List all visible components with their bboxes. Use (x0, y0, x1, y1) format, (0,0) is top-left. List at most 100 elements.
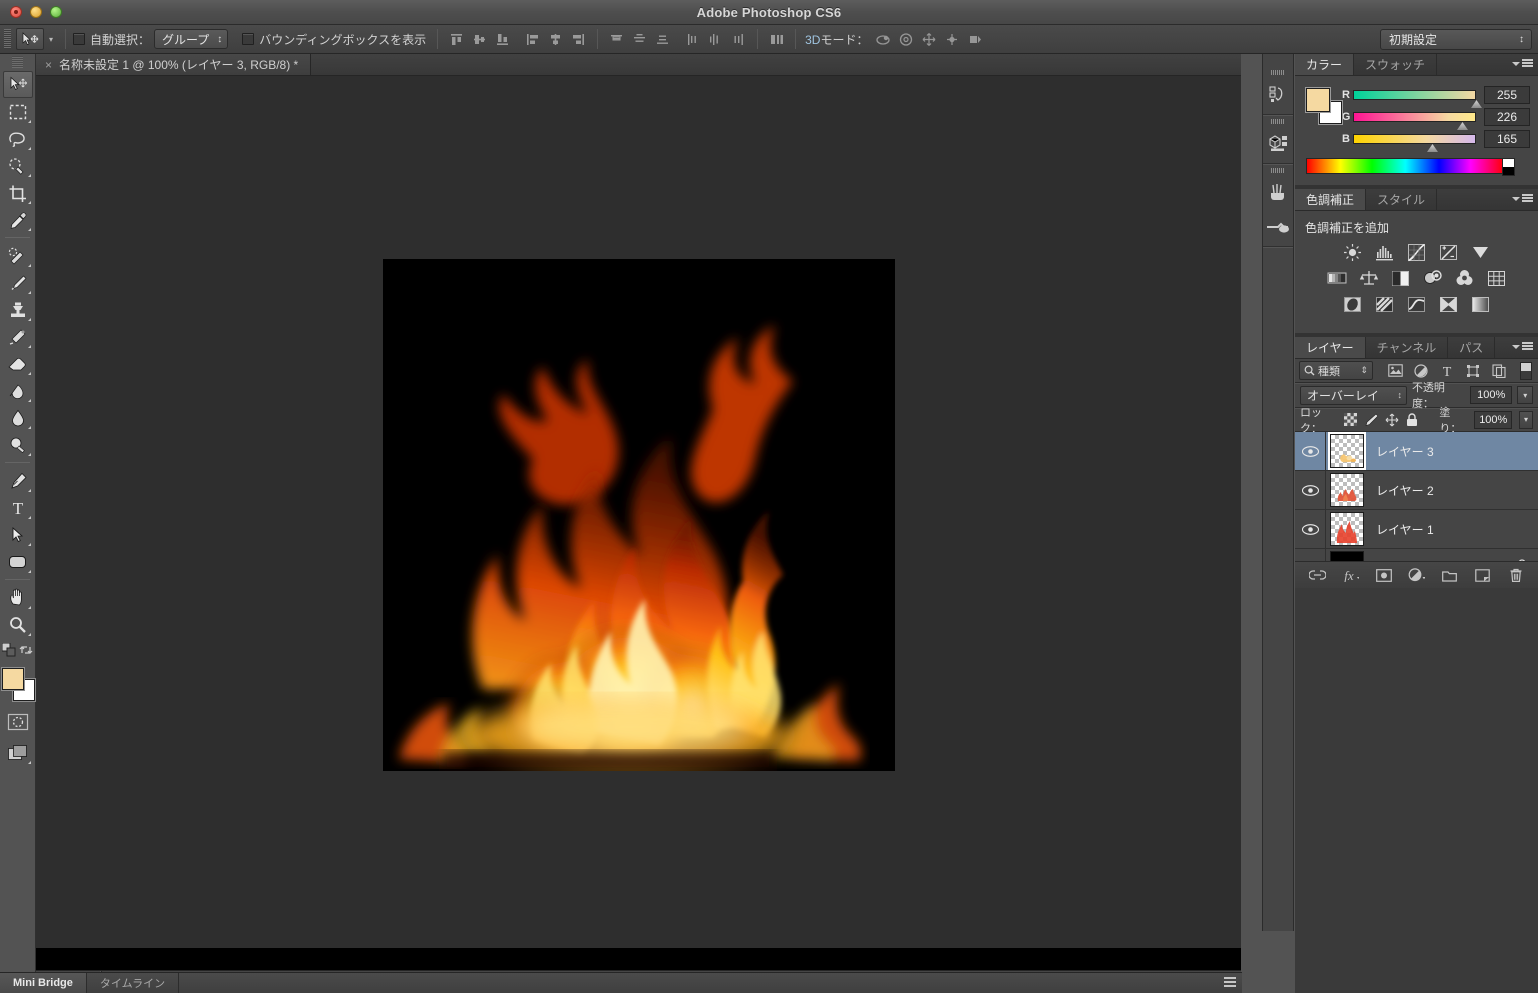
distribute-horizontal-centers-icon[interactable] (705, 29, 726, 50)
3d-slide-icon[interactable] (942, 29, 963, 50)
3d-rotate-icon[interactable] (873, 29, 894, 50)
show-transform-controls-checkbox[interactable] (242, 33, 255, 45)
screen-mode-icon[interactable] (3, 739, 33, 766)
tab-color[interactable]: カラー (1295, 54, 1355, 75)
blend-mode-dropdown[interactable]: オーバーレイ (1300, 385, 1407, 405)
gradient-map-icon[interactable] (1437, 293, 1461, 315)
brightness-contrast-icon[interactable] (1341, 241, 1365, 263)
panel-group-grip[interactable] (1271, 68, 1285, 76)
channel-mixer-icon[interactable] (1453, 267, 1477, 289)
delete-layer-icon[interactable] (1507, 567, 1524, 584)
tab-paths[interactable]: パス (1448, 337, 1496, 358)
invert-icon[interactable] (1341, 293, 1365, 315)
3d-panel-icon[interactable] (1263, 126, 1293, 160)
table-row[interactable]: レイヤー 2 (1295, 471, 1538, 510)
adjustments-panel-menu-icon[interactable] (1512, 194, 1533, 203)
black-white-icon[interactable] (1389, 267, 1413, 289)
opacity-stepper-icon[interactable]: ▾ (1517, 386, 1533, 404)
red-channel-value[interactable]: 255 (1484, 86, 1530, 104)
new-layer-icon[interactable] (1474, 567, 1491, 584)
fill-stepper-icon[interactable]: ▾ (1519, 410, 1533, 429)
maximize-window-button[interactable] (50, 6, 62, 18)
dodge-tool[interactable] (3, 431, 33, 458)
panel-group-grip[interactable] (1271, 166, 1285, 174)
align-horizontal-centers-icon[interactable] (545, 29, 566, 50)
distribute-bottom-edges-icon[interactable] (652, 29, 673, 50)
tab-mini-bridge[interactable]: Mini Bridge (0, 973, 87, 993)
new-group-icon[interactable] (1441, 567, 1458, 584)
filter-adjustment-icon[interactable] (1413, 363, 1429, 379)
layer-visibility-toggle[interactable] (1295, 471, 1326, 509)
bottom-panel-menu-icon[interactable] (1224, 977, 1236, 988)
green-channel-thumb[interactable] (1457, 122, 1468, 130)
lock-all-icon[interactable] (1406, 412, 1418, 427)
foreground-color-swatch[interactable] (1, 668, 24, 690)
align-bottom-edges-icon[interactable] (492, 29, 513, 50)
options-bar-grip[interactable] (4, 29, 11, 49)
filter-smart-object-icon[interactable] (1491, 363, 1507, 379)
close-window-button[interactable] (10, 6, 22, 18)
lock-position-icon[interactable] (1385, 413, 1399, 427)
align-right-edges-icon[interactable] (568, 29, 589, 50)
photo-filter-icon[interactable] (1421, 267, 1445, 289)
tab-adjustments[interactable]: 色調補正 (1295, 189, 1367, 210)
rectangular-marquee-tool[interactable] (3, 98, 33, 125)
document-tab[interactable]: × 名称未設定 1 @ 100% (レイヤー 3, RGB/8) * (36, 54, 312, 75)
color-panel-foreground-swatch[interactable] (1306, 88, 1330, 112)
history-brush-tool[interactable] (3, 323, 33, 350)
tab-layers[interactable]: レイヤー (1295, 337, 1366, 358)
color-panel-swatches[interactable] (1306, 88, 1342, 124)
tool-preset-chevron-icon[interactable]: ▾ (44, 35, 58, 44)
fill-value[interactable]: 100% (1474, 410, 1513, 429)
tab-channels[interactable]: チャンネル (1366, 337, 1449, 358)
auto-align-layers-icon[interactable] (766, 29, 787, 50)
new-adjustment-layer-icon[interactable] (1408, 567, 1425, 584)
blue-channel-value[interactable]: 165 (1484, 130, 1530, 148)
close-document-icon[interactable]: × (45, 58, 52, 72)
layer-name[interactable]: レイヤー 2 (1376, 482, 1434, 499)
rounded-rectangle-tool[interactable] (3, 548, 33, 575)
move-tool[interactable] (2, 71, 33, 98)
toolbox-grip[interactable] (0, 56, 35, 68)
workspace-switcher[interactable]: 初期設定 (1380, 29, 1532, 50)
hand-tool[interactable] (3, 584, 33, 611)
opacity-value[interactable]: 100% (1469, 386, 1513, 404)
minimize-window-button[interactable] (30, 6, 42, 18)
quick-selection-tool[interactable] (3, 152, 33, 179)
window-controls[interactable] (10, 6, 62, 18)
3d-roll-icon[interactable] (896, 29, 917, 50)
distribute-left-edges-icon[interactable] (682, 29, 703, 50)
color-panel-menu-icon[interactable] (1512, 59, 1533, 68)
brush-tool[interactable] (3, 269, 33, 296)
exposure-icon[interactable] (1437, 241, 1461, 263)
red-channel-slider[interactable] (1353, 90, 1482, 108)
canvas-viewport[interactable] (36, 76, 1241, 970)
3d-pan-icon[interactable] (919, 29, 940, 50)
quick-mask-mode-icon[interactable] (3, 708, 33, 735)
curves-icon[interactable] (1405, 241, 1429, 263)
levels-icon[interactable] (1373, 241, 1397, 263)
auto-select-scope-dropdown[interactable]: グループ (154, 29, 229, 49)
color-spectrum-ramp[interactable] (1306, 158, 1515, 176)
threshold-icon[interactable] (1405, 293, 1429, 315)
table-row[interactable]: レイヤー 3 (1295, 432, 1538, 471)
eraser-tool[interactable] (3, 350, 33, 377)
filter-type-icon[interactable]: T (1439, 363, 1455, 379)
brush-presets-panel-icon[interactable] (1263, 175, 1293, 209)
layer-filter-type-dropdown[interactable]: 種類 ⇕ (1299, 361, 1373, 380)
blue-channel-thumb[interactable] (1427, 144, 1438, 152)
filter-shape-icon[interactable] (1465, 363, 1481, 379)
lasso-tool[interactable] (3, 125, 33, 152)
distribute-right-edges-icon[interactable] (728, 29, 749, 50)
align-left-edges-icon[interactable] (522, 29, 543, 50)
tool-presets-panel-icon[interactable] (1263, 209, 1293, 243)
zoom-tool[interactable] (3, 611, 33, 638)
red-channel-thumb[interactable] (1471, 100, 1482, 108)
layer-visibility-toggle[interactable] (1295, 510, 1326, 548)
crop-tool[interactable] (3, 179, 33, 206)
layer-styles-icon[interactable]: fx (1342, 567, 1359, 584)
pen-tool[interactable] (3, 467, 33, 494)
lock-transparent-pixels-icon[interactable] (1344, 413, 1358, 427)
history-panel-icon[interactable] (1263, 77, 1293, 111)
panel-group-grip[interactable] (1271, 117, 1285, 125)
